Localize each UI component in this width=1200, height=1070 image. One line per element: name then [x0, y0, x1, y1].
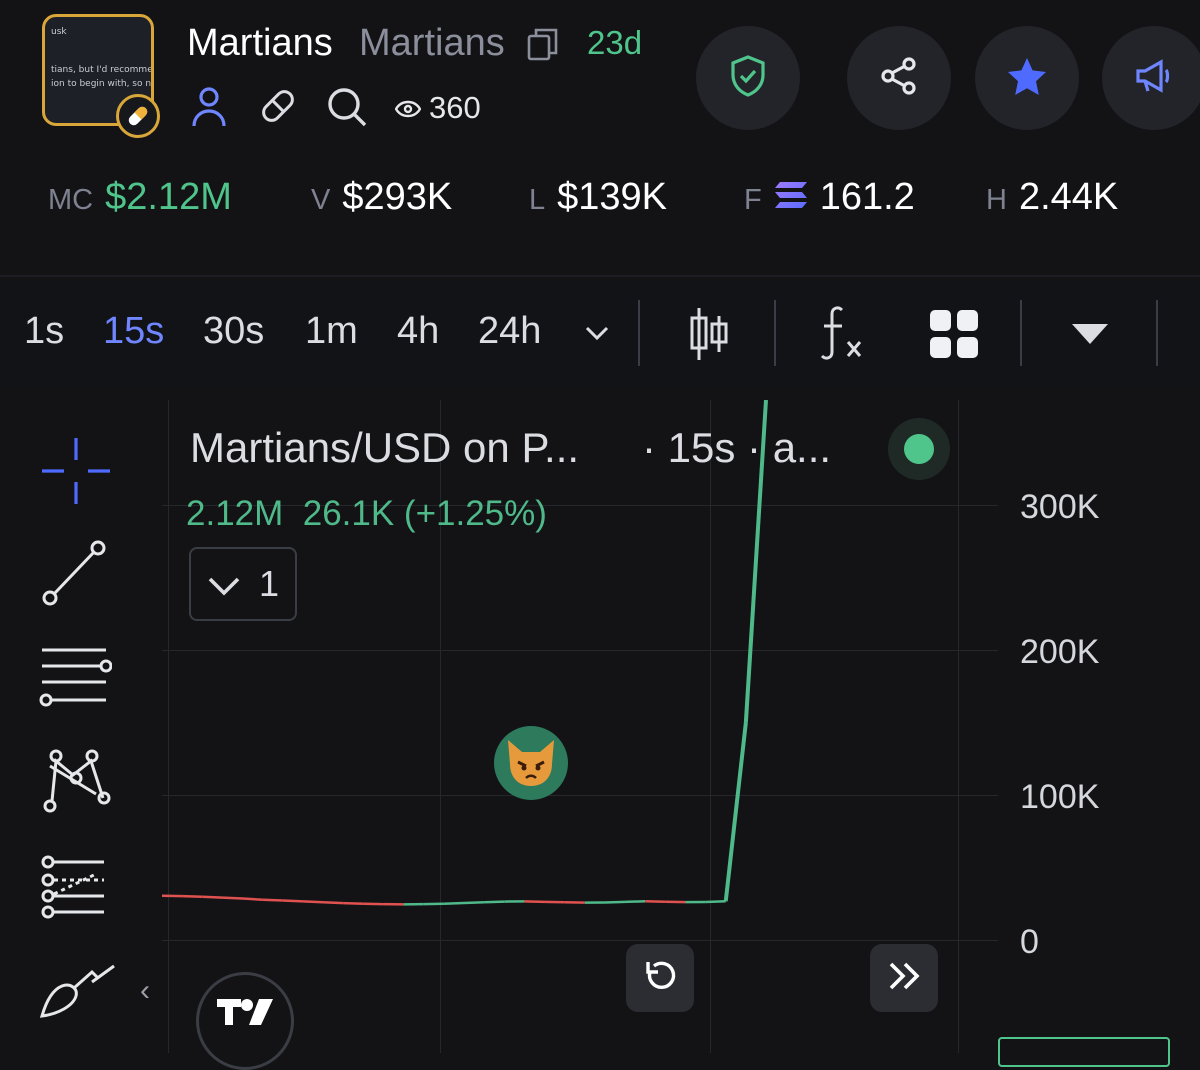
stat-market-cap: MC $2.12M — [48, 176, 232, 219]
megaphone-icon — [1134, 58, 1174, 99]
avatar-tweet-handle: usk — [51, 27, 67, 37]
indicators-fx-icon[interactable] — [820, 304, 866, 367]
price-segment — [243, 899, 263, 900]
chart-legend-values: 2.12M 26.1K (+1.25%) — [186, 494, 547, 534]
views-count: 360 — [429, 90, 481, 126]
trend-line-icon[interactable] — [36, 538, 112, 613]
copy-icon[interactable] — [527, 27, 559, 66]
timeframe-4h[interactable]: 4h — [397, 310, 439, 353]
avatar-tweet-line-1: tians, but I'd recommen — [51, 65, 154, 75]
refresh-icon — [642, 958, 678, 999]
price-segment — [182, 896, 202, 897]
stat-f-value: 161.2 — [820, 176, 915, 219]
token-symbol: Martians — [359, 22, 505, 65]
stat-volume: V $293K — [311, 176, 452, 219]
timeframe-1s[interactable]: 1s — [24, 310, 64, 353]
chart-legend-title: Martians/USD on P... — [190, 424, 579, 472]
user-icon[interactable] — [190, 86, 228, 133]
chevron-down-icon — [207, 563, 241, 605]
stat-h-value: 2.44K — [1019, 176, 1118, 219]
fib-tool-icon[interactable] — [36, 852, 112, 927]
price-segment — [464, 902, 484, 903]
collapse-tools-icon[interactable]: ‹ — [140, 974, 150, 1008]
double-chevron-right-icon — [887, 961, 921, 996]
price-segment — [444, 903, 464, 904]
stat-h-label: H — [986, 184, 1007, 217]
favorite-button[interactable] — [975, 26, 1079, 130]
legend-change: 26.1K (+1.25%) — [303, 494, 547, 533]
layout-grid-icon[interactable] — [930, 310, 978, 363]
search-icon[interactable] — [326, 86, 368, 133]
share-button[interactable] — [847, 26, 951, 130]
toolbar-separator — [638, 300, 640, 366]
chart-legend-timeframe: · 15s · a... — [642, 424, 831, 472]
timeframe-1m[interactable]: 1m — [305, 310, 358, 353]
star-icon — [1006, 56, 1048, 101]
stat-l-label: L — [529, 184, 545, 217]
reset-chart-button[interactable] — [626, 944, 694, 1012]
stat-fees: F 161.2 — [744, 176, 915, 219]
header-divider — [0, 275, 1200, 277]
share-icon — [879, 56, 919, 101]
toolbar-separator — [1156, 300, 1158, 366]
current-price-tag — [998, 1037, 1170, 1067]
solana-icon — [774, 181, 808, 214]
stat-f-label: F — [744, 184, 762, 217]
price-segment — [605, 902, 625, 903]
y-tick-200k: 200K — [1020, 633, 1099, 672]
price-segment — [303, 901, 323, 902]
pattern-tool-icon[interactable] — [36, 744, 112, 819]
scroll-to-latest-button[interactable] — [870, 944, 938, 1012]
tradingview-logo[interactable] — [196, 972, 294, 1070]
y-tick-300k: 300K — [1020, 488, 1099, 527]
timeframe-24h[interactable]: 24h — [478, 310, 541, 353]
stat-v-value: $293K — [342, 176, 452, 219]
token-age: 23d — [587, 24, 642, 62]
price-segment — [263, 900, 283, 901]
stat-mc-label: MC — [48, 184, 93, 217]
toolbar-separator — [774, 300, 776, 366]
toolbar-separator — [1020, 300, 1022, 366]
security-shield-button[interactable] — [696, 26, 800, 130]
status-dot — [904, 434, 934, 464]
price-segment — [484, 902, 504, 903]
y-tick-0: 0 — [1020, 923, 1039, 962]
stat-l-value: $139K — [557, 176, 667, 219]
price-segment — [222, 898, 242, 899]
candlestick-icon[interactable] — [688, 306, 730, 367]
price-segment — [283, 901, 303, 902]
price-segment — [202, 897, 222, 898]
cat-mascot-icon[interactable] — [494, 726, 568, 800]
price-segment — [343, 903, 363, 904]
pill-outline-icon[interactable] — [258, 86, 298, 131]
timeframe-30s[interactable]: 30s — [203, 310, 264, 353]
horizontal-lines-icon[interactable] — [36, 642, 112, 717]
caret-down-icon[interactable] — [1072, 324, 1108, 349]
shield-check-icon — [728, 54, 768, 103]
price-segment — [625, 901, 645, 902]
announce-button[interactable] — [1102, 26, 1200, 130]
stat-v-label: V — [311, 184, 330, 217]
token-name: Martians — [187, 22, 333, 65]
price-segment — [323, 902, 343, 903]
indicator-collapse-button[interactable]: 1 — [189, 547, 297, 621]
brush-icon[interactable] — [36, 960, 116, 1029]
price-segment — [706, 901, 726, 902]
avatar-tweet-line-2: ion to begin with, so no a — [51, 79, 154, 89]
eye-icon — [395, 90, 421, 126]
views-counter: 360 — [395, 90, 481, 126]
indicator-count: 1 — [259, 563, 279, 605]
crosshair-icon[interactable] — [36, 436, 112, 511]
timeframe-15s[interactable]: 15s — [103, 310, 164, 353]
price-segment — [726, 723, 746, 902]
stat-liquidity: L $139K — [529, 176, 667, 219]
timeframe-dropdown-icon[interactable] — [584, 324, 610, 347]
pill-icon — [116, 94, 160, 138]
stat-mc-value: $2.12M — [105, 176, 232, 219]
market-status-indicator[interactable] — [888, 418, 950, 480]
stat-holders: H 2.44K — [986, 176, 1118, 219]
y-tick-100k: 100K — [1020, 778, 1099, 817]
legend-price: 2.12M — [186, 494, 283, 533]
